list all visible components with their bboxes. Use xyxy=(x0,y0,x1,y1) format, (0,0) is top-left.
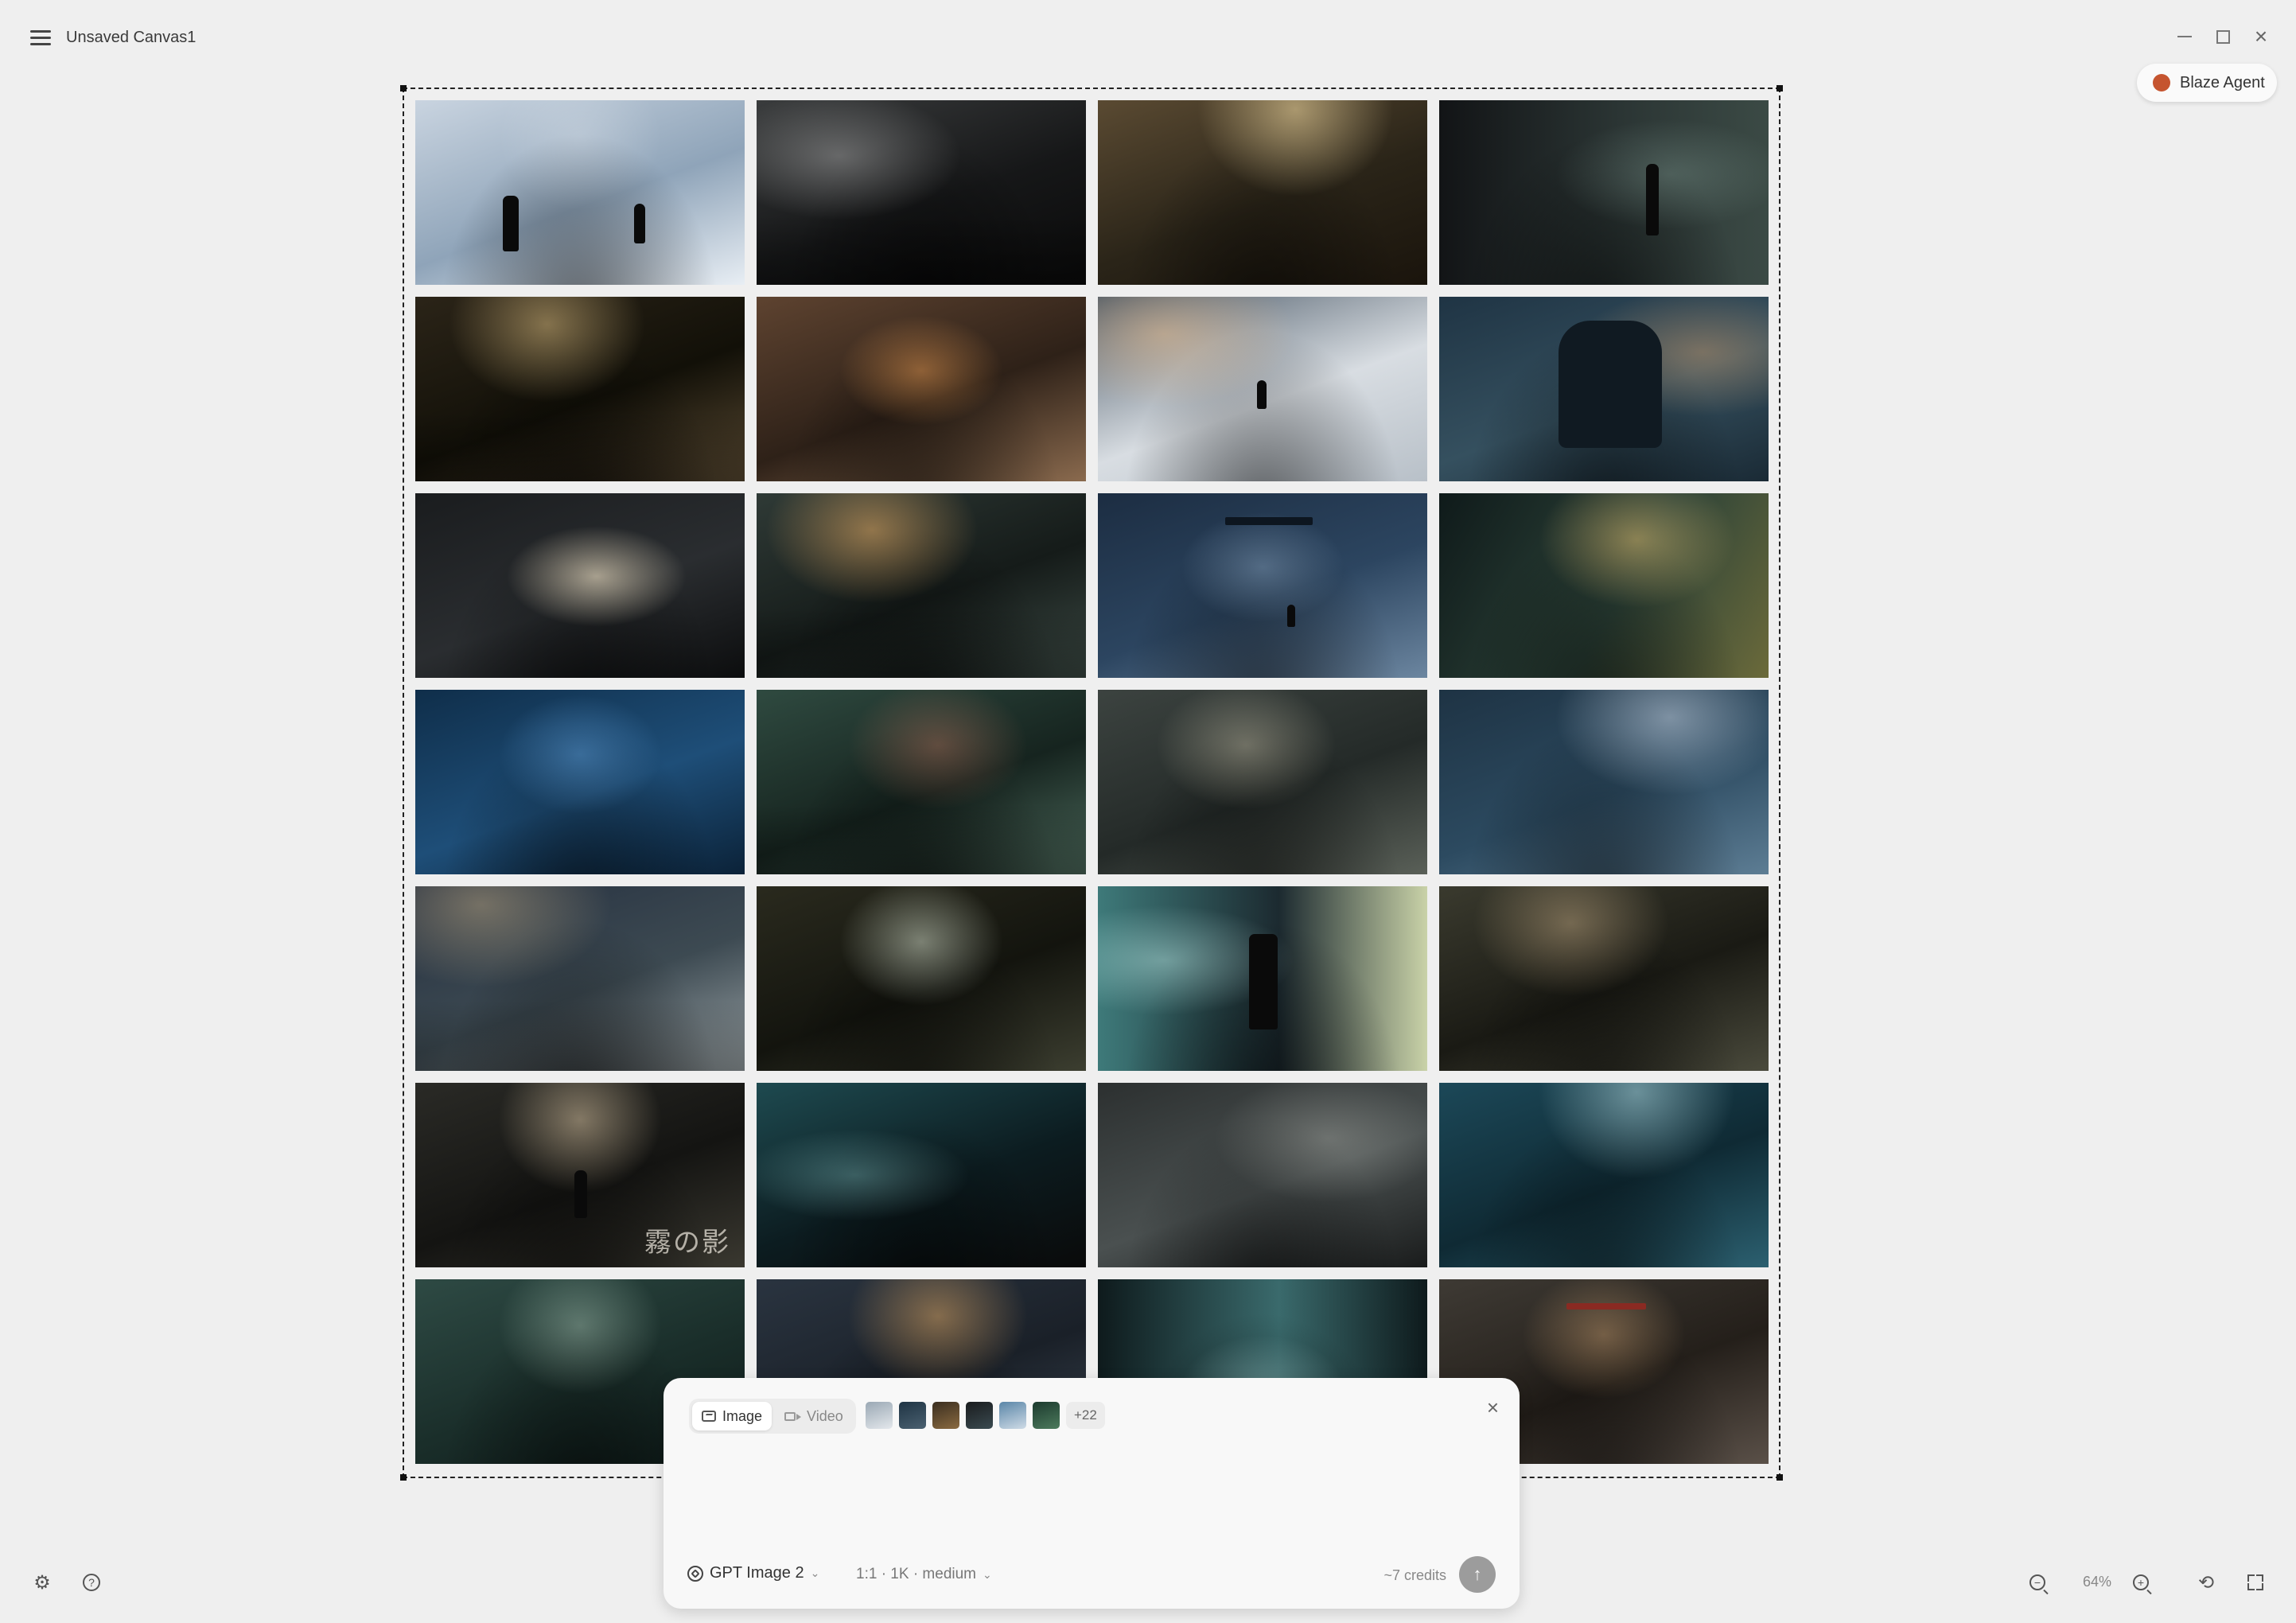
video-camera-icon xyxy=(784,1411,802,1421)
canvas-image[interactable] xyxy=(1439,297,1769,481)
figure-silhouette xyxy=(1249,934,1278,1029)
samurai-silhouette xyxy=(1559,321,1662,448)
figure-silhouette xyxy=(1257,380,1267,409)
image-settings-value: 1:1 · 1K · medium xyxy=(856,1566,976,1582)
floor-shade xyxy=(757,804,1086,874)
canvas-image[interactable] xyxy=(1098,493,1427,678)
fit-view-button[interactable]: ⟲ xyxy=(2194,1570,2218,1594)
fullscreen-icon xyxy=(2247,1574,2263,1590)
zoom-out-icon: − xyxy=(2029,1574,2045,1590)
attached-image-thumbnail[interactable] xyxy=(932,1402,959,1429)
canvas-image[interactable]: 霧の影 xyxy=(415,1083,745,1267)
tab-image[interactable]: Image xyxy=(692,1402,772,1430)
minimize-icon xyxy=(2177,36,2192,37)
attached-image-thumbnail[interactable] xyxy=(1033,1402,1060,1429)
canvas-image[interactable] xyxy=(757,100,1086,285)
blaze-agent-button[interactable]: Blaze Agent xyxy=(2137,64,2277,102)
canvas-image[interactable] xyxy=(1439,493,1769,678)
model-name: GPT Image 2 xyxy=(710,1564,804,1582)
tab-image-label: Image xyxy=(722,1407,763,1424)
canvas-image[interactable] xyxy=(757,493,1086,678)
minimize-button[interactable] xyxy=(2169,22,2201,51)
title-bar: Unsaved Canvas1 × xyxy=(0,0,2296,80)
canvas-image[interactable] xyxy=(757,690,1086,874)
zoom-out-button[interactable]: − xyxy=(2026,1570,2049,1594)
floor-shade xyxy=(415,411,745,481)
canvas-image[interactable] xyxy=(757,297,1086,481)
close-window-button[interactable]: × xyxy=(2245,22,2277,51)
maximize-icon xyxy=(2216,29,2230,44)
canvas-image[interactable] xyxy=(415,493,745,678)
image-caption: 霧の影 xyxy=(644,1227,730,1259)
tab-video-label: Video xyxy=(807,1407,843,1424)
credits-estimate: ~7 credits xyxy=(1383,1567,1446,1583)
canvas-title[interactable]: Unsaved Canvas1 xyxy=(66,29,196,47)
arrow-up-icon: ↑ xyxy=(1473,1564,1482,1584)
figure-silhouette xyxy=(1287,605,1295,627)
zoom-in-button[interactable]: + xyxy=(2129,1570,2153,1594)
canvas-image[interactable] xyxy=(415,886,745,1071)
canvas-image[interactable] xyxy=(1098,100,1427,285)
chevron-down-icon: ⌄ xyxy=(983,1567,992,1581)
canvas-image[interactable] xyxy=(1439,100,1769,285)
canvas-image[interactable] xyxy=(1098,1083,1427,1267)
canvas-image[interactable] xyxy=(1439,690,1769,874)
canvas-image[interactable] xyxy=(1098,886,1427,1071)
mode-tabs: Image Video xyxy=(689,1399,856,1434)
canvas-image[interactable] xyxy=(415,100,745,285)
attached-image-thumbnail[interactable] xyxy=(999,1402,1026,1429)
torii-gate xyxy=(1225,517,1313,525)
red-torii-gate xyxy=(1566,1303,1646,1310)
image-settings-selector[interactable]: 1:1 · 1K · medium ⌄ xyxy=(856,1566,992,1583)
floor-shade xyxy=(757,607,1086,678)
resize-handle-top-left[interactable] xyxy=(400,85,407,91)
send-button[interactable]: ↑ xyxy=(1459,1556,1496,1593)
canvas-image[interactable] xyxy=(757,1083,1086,1267)
image-icon xyxy=(702,1411,716,1422)
attached-image-thumbnail[interactable] xyxy=(899,1402,926,1429)
floor-shade xyxy=(757,214,1086,285)
canvas-image[interactable] xyxy=(757,886,1086,1071)
canvas-image[interactable] xyxy=(1098,297,1427,481)
help-button[interactable]: ? xyxy=(80,1570,103,1594)
help-circle-icon: ? xyxy=(83,1574,100,1591)
figure-silhouette xyxy=(1646,164,1659,235)
figure-silhouette xyxy=(634,204,645,243)
attached-image-thumbnail[interactable] xyxy=(966,1402,993,1429)
model-selector[interactable]: GPT Image 2 ⌄ xyxy=(687,1564,819,1582)
prompt-input[interactable] xyxy=(689,1448,1496,1529)
canvas-image[interactable] xyxy=(1439,1083,1769,1267)
openai-logo-icon xyxy=(687,1565,703,1582)
fit-view-icon: ⟲ xyxy=(2197,1571,2215,1594)
canvas-image[interactable] xyxy=(1439,886,1769,1071)
fullscreen-button[interactable] xyxy=(2243,1570,2267,1594)
image-grid: 霧の影 xyxy=(415,100,1769,1465)
maximize-button[interactable] xyxy=(2207,22,2239,51)
resize-handle-bottom-right[interactable] xyxy=(1776,1474,1783,1481)
close-icon: × xyxy=(1486,1395,1499,1419)
canvas-image[interactable] xyxy=(415,297,745,481)
close-icon: × xyxy=(2254,24,2268,49)
settings-gear-icon: ⚙ xyxy=(33,1571,51,1594)
canvas-image[interactable] xyxy=(415,690,745,874)
floor-shade xyxy=(415,1000,745,1071)
prompt-panel: Image Video +22 × GPT Image 2 ⌄ 1:1 · 1K… xyxy=(664,1378,1520,1609)
hamburger-menu-icon[interactable] xyxy=(30,30,51,49)
more-images-badge[interactable]: +22 xyxy=(1066,1402,1105,1429)
tab-video[interactable]: Video xyxy=(775,1402,853,1430)
agent-label: Blaze Agent xyxy=(2180,73,2265,91)
attached-image-thumbnail[interactable] xyxy=(866,1402,893,1429)
chevron-down-icon: ⌄ xyxy=(810,1567,820,1579)
close-panel-button[interactable]: × xyxy=(1487,1395,1499,1420)
canvas-image[interactable] xyxy=(1098,690,1427,874)
zoom-in-icon: + xyxy=(2133,1574,2149,1590)
zoom-level[interactable]: 64% xyxy=(2073,1574,2121,1590)
figure-silhouette xyxy=(503,196,519,251)
settings-button[interactable]: ⚙ xyxy=(30,1570,54,1594)
attached-images: +22 xyxy=(866,1402,1105,1429)
blaze-agent-logo xyxy=(2153,74,2170,91)
resize-handle-top-right[interactable] xyxy=(1776,85,1783,91)
resize-handle-bottom-left[interactable] xyxy=(400,1474,407,1481)
figure-silhouette xyxy=(574,1170,587,1218)
